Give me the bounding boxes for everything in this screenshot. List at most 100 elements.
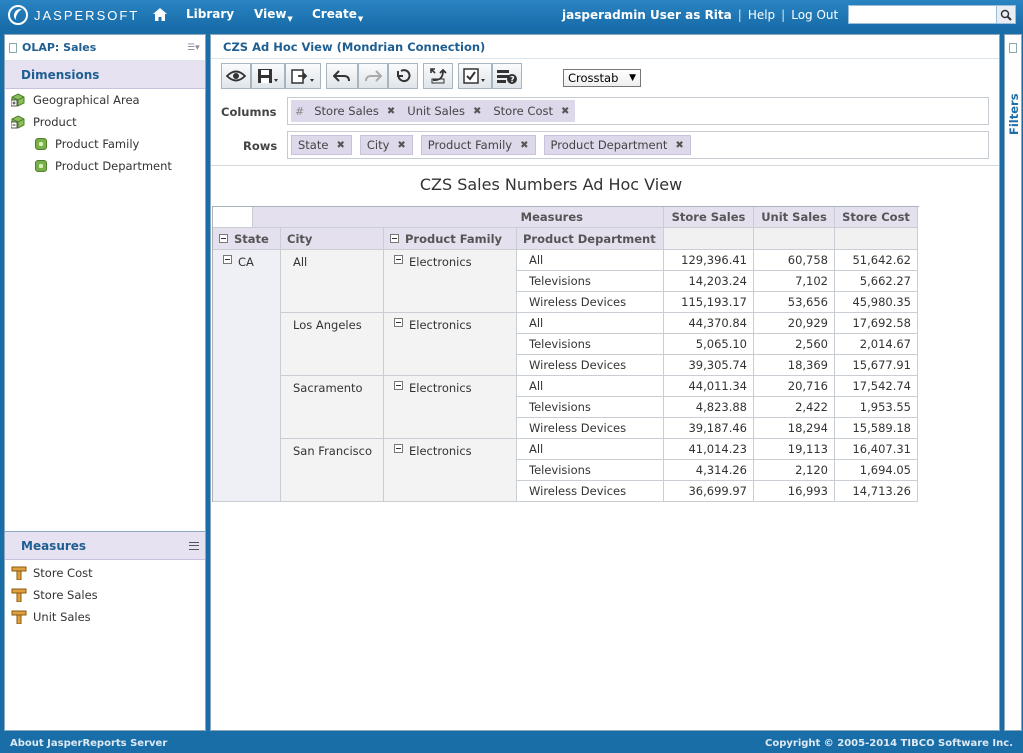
- measure-column-header[interactable]: Store Sales: [664, 207, 754, 228]
- department-cell[interactable]: All: [517, 250, 664, 271]
- reset-button[interactable]: [388, 63, 418, 89]
- department-cell[interactable]: Wireless Devices: [517, 481, 664, 502]
- department-cell[interactable]: Televisions: [517, 397, 664, 418]
- collapse-icon[interactable]: [219, 234, 228, 243]
- value-cell-text: 5,065.10: [695, 337, 747, 351]
- expand-panel-icon[interactable]: [1009, 43, 1017, 53]
- rows-shelf[interactable]: State ✖ City ✖ Product Family ✖ Product Dep…: [287, 131, 989, 159]
- about-link[interactable]: About JasperReports Server: [10, 738, 167, 749]
- city-cell[interactable]: All: [281, 250, 384, 313]
- column-pill[interactable]: Store Sales ✖: [308, 101, 402, 121]
- save-button[interactable]: [251, 63, 285, 89]
- remove-icon[interactable]: ✖: [520, 140, 528, 151]
- city-cell[interactable]: Los Angeles: [281, 313, 384, 376]
- remove-icon[interactable]: ✖: [336, 140, 344, 151]
- department-cell-text: Televisions: [529, 337, 591, 351]
- measure-column-header[interactable]: Unit Sales: [754, 207, 835, 228]
- collapse-icon[interactable]: [394, 318, 403, 327]
- collapse-panel-icon[interactable]: [9, 42, 17, 53]
- department-cell[interactable]: Wireless Devices: [517, 355, 664, 376]
- nav-library[interactable]: Library: [186, 7, 234, 21]
- pivot-button[interactable]: [423, 63, 453, 89]
- row-header[interactable]: State: [213, 228, 281, 250]
- remove-icon[interactable]: ✖: [561, 106, 569, 117]
- panel-menu-icon[interactable]: ☰▾: [187, 43, 200, 53]
- row-header[interactable]: Product Family: [384, 228, 517, 250]
- measure-column-header[interactable]: Store Cost: [835, 207, 918, 228]
- datasource-title: OLAP: Sales: [22, 41, 97, 54]
- pill-label: Product Family: [427, 138, 513, 152]
- value-cell-text: 39,187.46: [688, 421, 747, 435]
- view-type-select[interactable]: Crosstab ▼: [563, 69, 641, 87]
- remove-icon[interactable]: ✖: [387, 106, 395, 117]
- row-header[interactable]: Product Department: [517, 228, 664, 250]
- family-cell[interactable]: Electronics: [384, 376, 517, 439]
- jaspersoft-logo[interactable]: JASPERSOFT: [8, 5, 139, 25]
- remove-icon[interactable]: ✖: [675, 140, 683, 151]
- dimension-geographical-area[interactable]: Geographical Area: [5, 89, 205, 111]
- department-cell[interactable]: All: [517, 313, 664, 334]
- row-pill[interactable]: Product Department ✖: [543, 135, 691, 155]
- search-input[interactable]: [848, 5, 997, 24]
- department-cell[interactable]: Wireless Devices: [517, 418, 664, 439]
- row-pill[interactable]: State ✖: [291, 135, 352, 155]
- city-cell[interactable]: San Francisco: [281, 439, 384, 502]
- value-cell: 2,560: [754, 334, 835, 355]
- family-cell[interactable]: Electronics: [384, 250, 517, 313]
- department-cell[interactable]: All: [517, 439, 664, 460]
- value-cell: 20,716: [754, 376, 835, 397]
- logout-link[interactable]: Log Out: [791, 8, 838, 22]
- columns-shelf[interactable]: # Store Sales ✖ Unit Sales ✖ Store Cost ✖: [287, 97, 989, 125]
- department-cell[interactable]: Wireless Devices: [517, 292, 664, 313]
- level-product-department[interactable]: Product Department: [5, 155, 205, 177]
- collapse-icon[interactable]: [223, 255, 232, 264]
- data-info-button[interactable]: ?: [492, 63, 522, 89]
- dimension-product[interactable]: Product: [5, 111, 205, 133]
- cube-expanded-icon[interactable]: [11, 115, 25, 129]
- city-cell[interactable]: Sacramento: [281, 376, 384, 439]
- preview-button[interactable]: [221, 63, 251, 89]
- family-cell[interactable]: Electronics: [384, 313, 517, 376]
- measures-header: Measures: [253, 207, 664, 228]
- home-icon[interactable]: [153, 8, 167, 21]
- value-cell: 36,699.97: [664, 481, 754, 502]
- family-cell-text: Electronics: [409, 444, 472, 458]
- filters-panel[interactable]: Filters: [1004, 34, 1022, 731]
- nav-view[interactable]: View▼: [254, 7, 293, 23]
- family-cell[interactable]: Electronics: [384, 439, 517, 502]
- remove-icon[interactable]: ✖: [397, 140, 405, 151]
- export-button[interactable]: [285, 63, 321, 89]
- remove-icon[interactable]: ✖: [473, 106, 481, 117]
- department-cell[interactable]: Televisions: [517, 460, 664, 481]
- search-button[interactable]: [996, 5, 1016, 24]
- level-product-family[interactable]: Product Family: [5, 133, 205, 155]
- row-pill[interactable]: City ✖: [359, 135, 413, 155]
- collapse-icon[interactable]: [394, 255, 403, 264]
- value-cell-text: 7,102: [795, 274, 828, 288]
- collapse-icon[interactable]: [394, 381, 403, 390]
- column-pill[interactable]: Unit Sales ✖: [401, 101, 488, 121]
- value-cell: 4,823.88: [664, 397, 754, 418]
- collapse-icon[interactable]: [390, 234, 399, 243]
- cube-collapsed-icon[interactable]: [11, 93, 25, 107]
- options-button[interactable]: [458, 63, 492, 89]
- measures-group-pill[interactable]: # Store Sales ✖ Unit Sales ✖ Store Cost ✖: [291, 100, 576, 122]
- collapse-icon[interactable]: [394, 444, 403, 453]
- measure-store-cost[interactable]: Store Cost: [5, 562, 205, 584]
- city-cell-text: San Francisco: [293, 444, 373, 458]
- value-cell: 5,662.27: [835, 271, 918, 292]
- department-cell[interactable]: All: [517, 376, 664, 397]
- redo-button[interactable]: [358, 63, 388, 89]
- measures-menu-icon[interactable]: [189, 542, 199, 550]
- department-cell[interactable]: Televisions: [517, 271, 664, 292]
- undo-button[interactable]: [326, 63, 358, 89]
- measure-store-sales[interactable]: Store Sales: [5, 584, 205, 606]
- state-cell[interactable]: CA: [213, 250, 281, 502]
- department-cell[interactable]: Televisions: [517, 334, 664, 355]
- help-link[interactable]: Help: [748, 8, 775, 22]
- measure-unit-sales[interactable]: Unit Sales: [5, 606, 205, 628]
- row-header[interactable]: City: [281, 228, 384, 250]
- row-pill[interactable]: Product Family ✖: [420, 135, 536, 155]
- nav-create[interactable]: Create▼: [312, 7, 363, 23]
- column-pill[interactable]: Store Cost ✖: [487, 101, 576, 121]
